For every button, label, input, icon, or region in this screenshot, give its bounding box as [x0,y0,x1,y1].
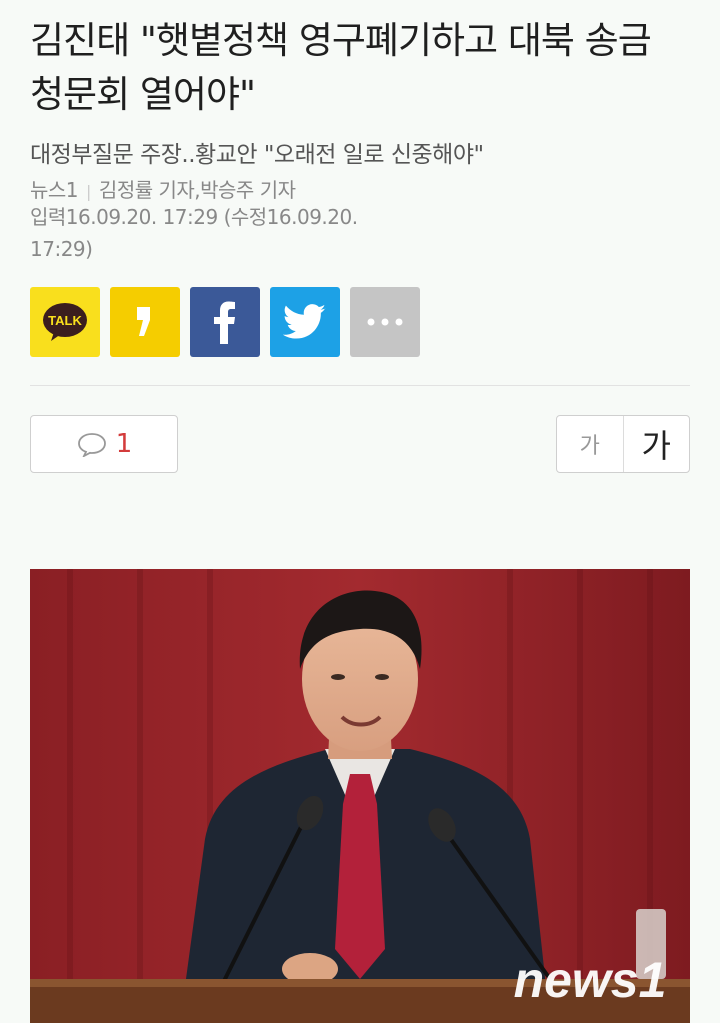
font-decrease-button[interactable]: 가 [557,416,624,472]
section-divider [30,385,690,386]
kakao-talk-text: TALK [48,313,82,328]
share-buttons: TALK [30,287,420,357]
article-photo-illustration: news1 [30,569,690,1023]
article-subtitle: 대정부질문 주장..황교안 "오래전 일로 신중해야" [30,142,484,168]
more-dots-icon [367,318,403,326]
twitter-share-button[interactable] [270,287,340,357]
kakaostory-icon [137,307,150,336]
font-size-control: 가 가 [556,415,690,473]
byline-separator: | [86,182,91,201]
kakaotalk-share-button[interactable]: TALK [30,287,100,357]
facebook-share-button[interactable] [190,287,260,357]
kakaotalk-icon: TALK [43,303,87,341]
font-increase-button[interactable]: 가 [624,416,690,472]
article-dates: 입력16.09.20. 17:29 (수정16.09.20. 17:29) [30,205,358,261]
article-photo[interactable]: news1 [30,569,690,1023]
comment-count: 1 [115,429,133,459]
more-share-button[interactable] [350,287,420,357]
news-source[interactable]: 뉴스1 [30,178,79,202]
news1-watermark: news1 [514,952,667,1008]
twitter-icon [283,304,326,339]
reporters: 김정률 기자,박승주 기자 [98,178,296,202]
facebook-icon [214,301,235,344]
speech-bubble-icon [77,433,106,457]
kakaostory-share-button[interactable] [110,287,180,357]
comment-button[interactable]: 1 [30,415,178,473]
article-byline: 뉴스1 | 김정률 기자,박승주 기자 [30,174,296,203]
article-headline: 김진태 "햇볕정책 영구폐기하고 대북 송금 청문회 열어야" [30,19,652,116]
